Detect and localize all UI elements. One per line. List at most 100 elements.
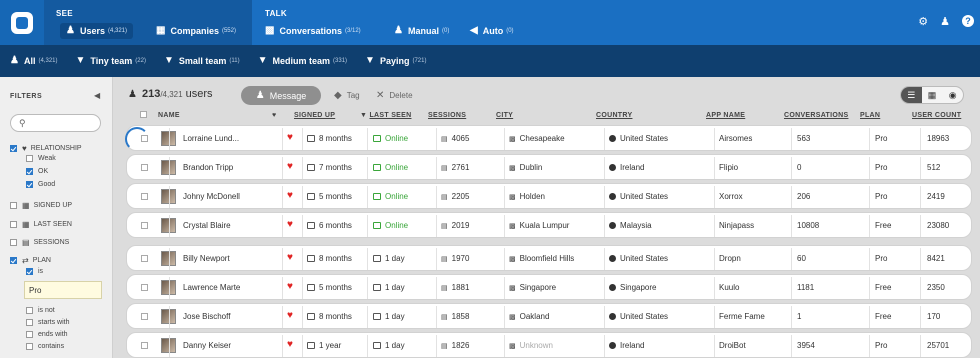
plan-label: PLAN [32,257,51,264]
collapse-arrow-icon[interactable]: ◀ [94,91,100,100]
segment-paying-label: Paying [379,56,410,66]
tab-manual[interactable]: ♟ Manual (0) [394,23,449,39]
tab-auto[interactable]: ◀ Auto (0) [470,23,514,39]
user-name[interactable]: Lawrence Marte [183,283,240,292]
tab-conversations[interactable]: ▩ Conversations (3/12) [265,23,361,39]
col-signed-up-label: SIGNED UP [294,112,336,119]
col-country[interactable]: COUNTRY [596,112,632,119]
filter-plan[interactable]: ⇄ PLAN [10,256,51,265]
plan-operator-starts-with[interactable]: starts with [26,319,70,326]
last-seen-checkbox[interactable] [10,221,17,228]
table-row[interactable]: Danny Keiser ♥ 1 year 1 day ▤ 1826 ▩ Unknown Ire… [126,332,972,358]
plan-operator-is-not[interactable]: is not [26,307,55,314]
row-checkbox[interactable] [141,164,148,171]
col-signed-up[interactable]: SIGNED UP [294,112,335,119]
col-app-name[interactable]: APP NAME [706,112,745,119]
user-name[interactable]: Brandon Tripp [183,163,233,172]
filter-sessions[interactable]: ▤ SESSIONS [10,238,69,247]
segment-paying[interactable]: ▼ Paying (721) [365,56,426,67]
row-checkbox[interactable] [141,255,148,262]
column-divider [302,215,303,237]
map-view-icon[interactable]: ◉ [942,87,963,103]
message-button[interactable]: ♟ Message [241,86,321,105]
user-name[interactable]: Crystal Blaire [183,221,231,230]
ok-checkbox[interactable] [26,168,33,175]
grid-view-icon[interactable]: ▦ [922,87,943,103]
signed-up-checkbox[interactable] [10,202,17,209]
plan-checkbox[interactable] [10,257,17,264]
table-row[interactable]: Lorraine Lund... ♥ 8 months Online ▤ 4065 ▩ Che… [125,125,972,151]
user-name[interactable]: Billy Newport [183,254,230,263]
good-checkbox[interactable] [26,181,33,188]
table-row[interactable]: Brandon Tripp ♥ 7 months Online ▤ 2761 ▩ Dublin… [126,154,972,180]
segment-medium-team[interactable]: ▼ Medium team (331) [258,56,347,67]
table-row[interactable]: Jose Bischoff ♥ 8 months 1 day ▤ 1858 ▩ Oakland… [126,303,972,329]
account-icon[interactable]: ♟ [940,15,950,28]
signed-up-value: 6 months [319,221,352,230]
row-checkbox[interactable] [141,284,148,291]
col-conversations[interactable]: CONVERSATIONS [784,112,848,119]
filter-search-input[interactable]: ⚲ [10,114,101,132]
col-last-seen[interactable]: ▼ LAST SEEN [360,112,411,119]
starts-with-checkbox[interactable] [26,319,33,326]
ends-with-checkbox[interactable] [26,331,33,338]
user-name[interactable]: Johny McDonell [183,192,240,201]
table-row[interactable]: Billy Newport ♥ 8 months 1 day ▤ 1970 ▩ Bloomfi… [126,245,972,271]
filter-signed-up[interactable]: ▦ SIGNED UP [10,201,72,210]
tab-auto-label: Auto [482,26,504,36]
user-name[interactable]: Jose Bischoff [183,312,230,321]
relationship-checkbox[interactable] [10,145,17,152]
app-logo[interactable] [0,0,44,45]
table-row[interactable]: Johny McDonell ♥ 5 months Online ▤ 2205 ▩ Holde… [126,183,972,209]
filter-option-good[interactable]: Good [26,181,55,188]
table-row[interactable]: Lawrence Marte ♥ 5 months 1 day ▤ 1881 ▩ Singap… [126,274,972,300]
col-plan[interactable]: PLAN [860,112,880,119]
calendar-icon: ▦ [22,201,30,210]
column-divider [367,215,368,237]
column-divider [604,186,605,208]
column-divider [869,335,870,357]
col-name[interactable]: NAME [158,112,180,119]
plan-operator-is[interactable]: is [26,268,43,275]
segment-tiny-team[interactable]: ▼ Tiny team (22) [76,56,146,67]
select-all-checkbox[interactable] [140,111,147,118]
plan-operator-contains[interactable]: contains [26,343,64,350]
plan-value-input[interactable]: Pro [24,281,102,299]
table-row[interactable]: Crystal Blaire ♥ 6 months Online ▤ 2019 ▩ Kuala… [126,212,972,238]
contains-checkbox[interactable] [26,343,33,350]
filter-relationship[interactable]: ♥ RELATIONSHIP [10,144,82,153]
segment-small-team[interactable]: ▼ Small team (11) [164,56,240,67]
user-name[interactable]: Lorraine Lund... [183,134,239,143]
tab-users[interactable]: ♟ Users (4,321) [60,23,134,39]
row-checkbox[interactable] [141,313,148,320]
col-user-count[interactable]: USER COUNT [912,112,961,119]
row-checkbox[interactable] [141,135,148,142]
row-checkbox[interactable] [141,222,148,229]
user-name[interactable]: Danny Keiser [183,341,231,350]
filter-option-weak[interactable]: Weak [26,155,56,162]
is-checkbox[interactable] [26,268,33,275]
tag-button[interactable]: ◆ Tag [334,91,360,101]
calendar-icon [373,193,381,200]
sessions-checkbox[interactable] [10,239,17,246]
column-divider [714,306,715,328]
plan-operator-ends-with[interactable]: ends with [26,331,68,338]
settings-icon[interactable]: ⚙ [918,15,928,28]
segment-all[interactable]: ♟ All (4,321) [10,56,58,67]
list-view-icon[interactable]: ☰ [901,87,922,103]
last-seen-value: 1 day [385,254,405,263]
city-value: Chesapeake [519,134,565,143]
weak-checkbox[interactable] [26,155,33,162]
tab-companies[interactable]: ▦ Companies (552) [156,23,236,39]
col-sessions[interactable]: SESSIONS [428,112,466,119]
good-label: Good [38,181,56,188]
filter-option-ok[interactable]: OK [26,168,48,175]
row-checkbox[interactable] [141,342,148,349]
filter-last-seen[interactable]: ▦ LAST SEEN [10,220,72,229]
col-city[interactable]: CITY [496,112,513,119]
row-checkbox[interactable] [141,193,148,200]
help-icon[interactable]: ? [962,15,974,27]
delete-button[interactable]: ✕ Delete [376,91,413,101]
col-heart-icon[interactable]: ♥ [272,112,276,119]
is-not-checkbox[interactable] [26,307,33,314]
